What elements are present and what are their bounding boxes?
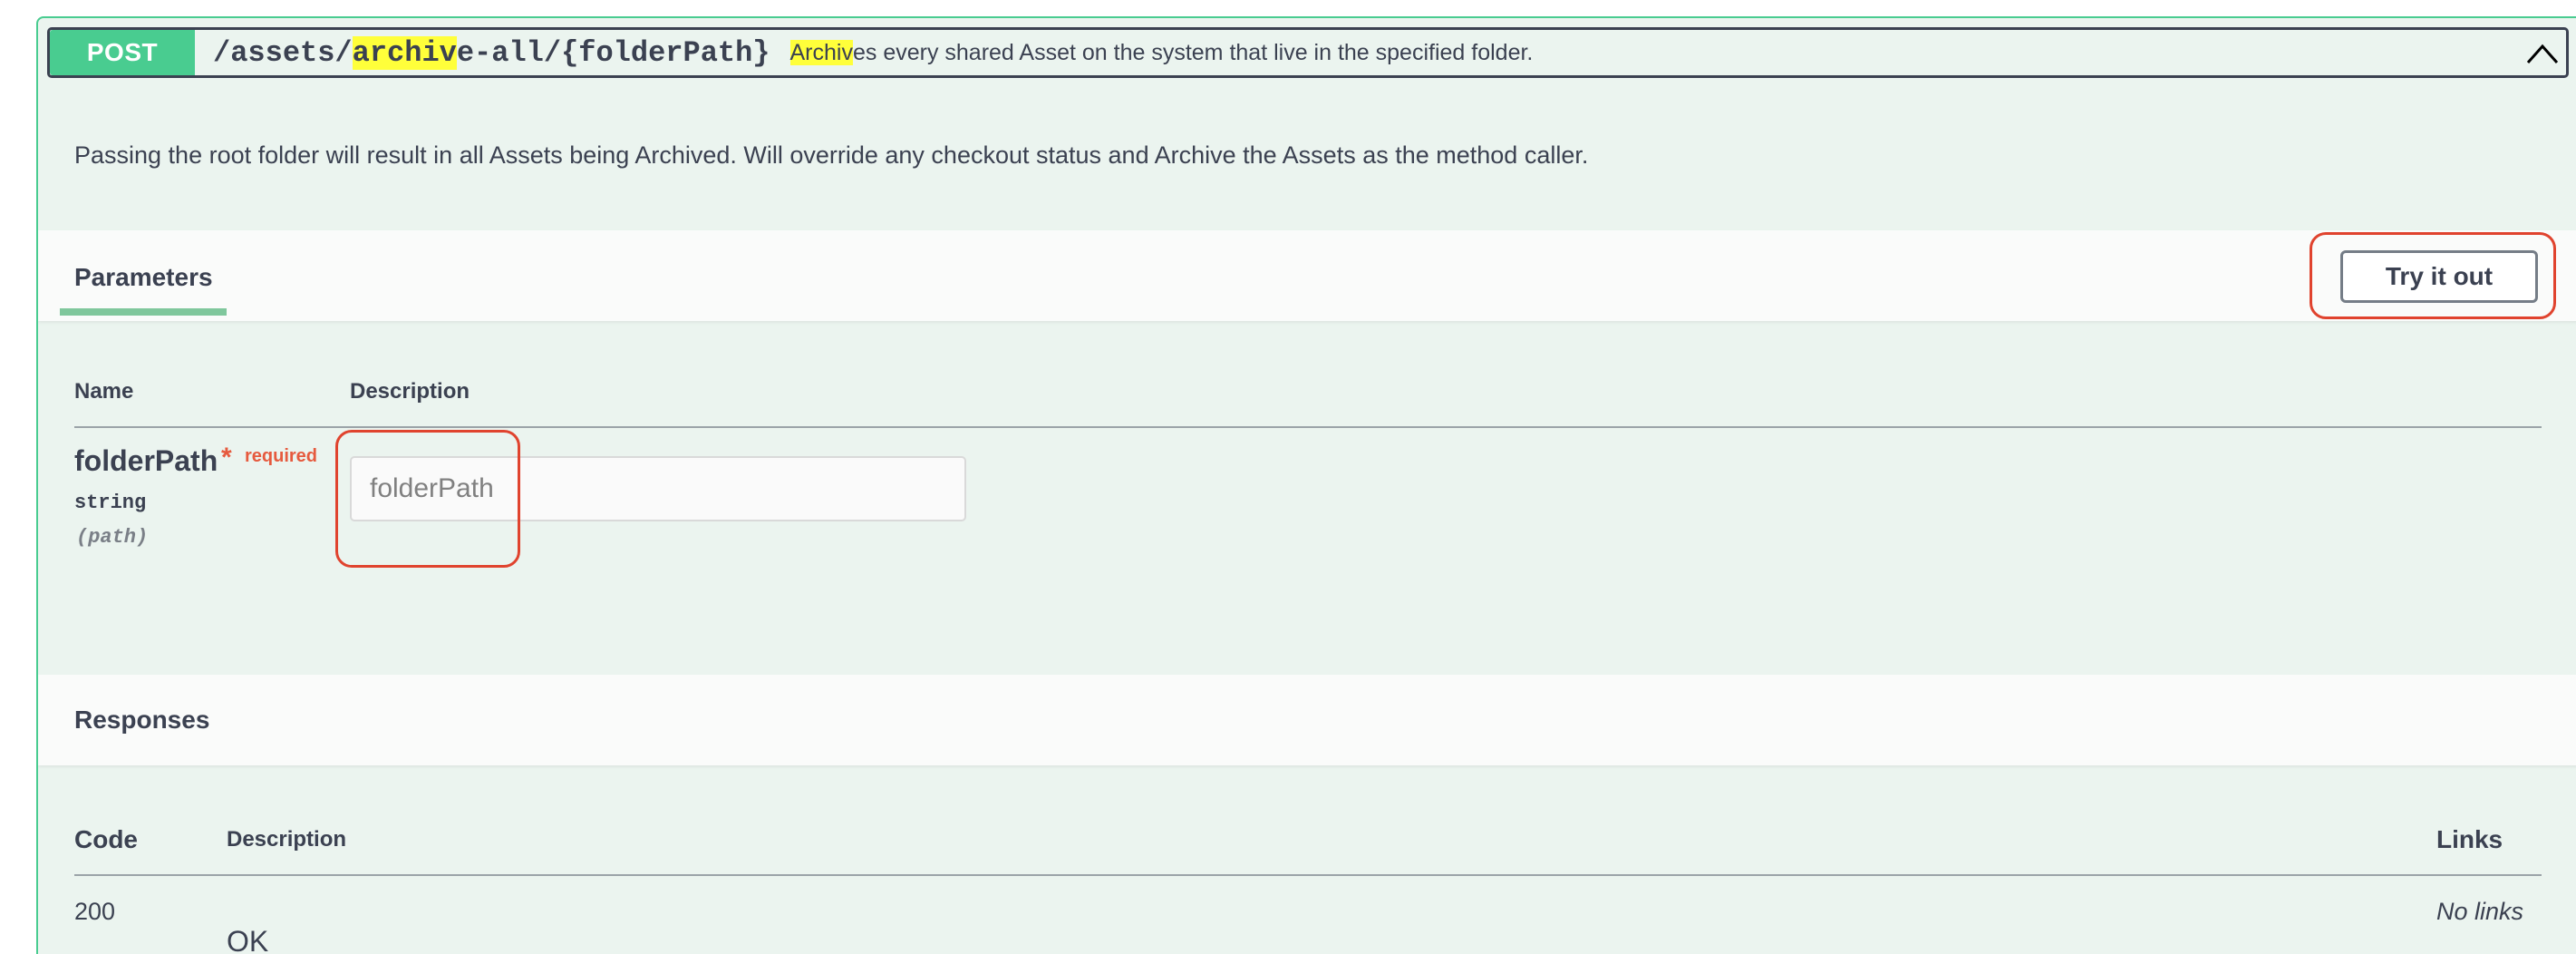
required-label: required xyxy=(245,446,318,466)
column-code: Code xyxy=(74,825,138,853)
tab-active-indicator xyxy=(60,308,227,316)
chevron-up-icon[interactable] xyxy=(2524,41,2561,66)
path-highlight: archiv xyxy=(352,35,457,70)
response-links: No links xyxy=(2436,898,2524,925)
parameter-type: string xyxy=(74,492,147,514)
tab-parameters[interactable]: Parameters xyxy=(74,263,213,292)
parameters-header: Parameters Try it out xyxy=(38,230,2576,321)
responses-title: Responses xyxy=(74,706,210,734)
operation-summary-text: Archives every shared Asset on the syste… xyxy=(789,39,1534,66)
column-links: Links xyxy=(2436,825,2503,853)
column-response-description: Description xyxy=(227,827,347,852)
path-segment: e-all/{folderPath} xyxy=(456,35,770,70)
required-marker: * xyxy=(221,443,232,472)
parameter-name: folderPath xyxy=(74,444,218,477)
summary-rest: es every shared Asset on the system that… xyxy=(852,39,1534,65)
response-description: OK xyxy=(227,925,269,954)
operation-path: /assets/archive-all/{folderPath} xyxy=(213,35,770,70)
divider xyxy=(74,874,2542,876)
parameter-location: (path) xyxy=(76,526,149,549)
column-name: Name xyxy=(74,379,134,404)
annotation-ring xyxy=(335,430,520,568)
operation-block-post: POST /assets/archive-all/{folderPath} Ar… xyxy=(36,16,2576,954)
method-badge: POST xyxy=(50,30,195,75)
response-code: 200 xyxy=(74,898,116,925)
divider xyxy=(74,426,2542,428)
operation-description: Passing the root folder will result in a… xyxy=(74,141,1589,169)
path-segment: /assets/ xyxy=(213,35,353,70)
operation-summary[interactable]: POST /assets/archive-all/{folderPath} Ar… xyxy=(47,27,2569,78)
column-description: Description xyxy=(350,379,470,404)
annotation-ring xyxy=(2310,232,2556,319)
responses-header: Responses xyxy=(38,675,2576,765)
summary-highlight: Archiv xyxy=(789,39,853,65)
